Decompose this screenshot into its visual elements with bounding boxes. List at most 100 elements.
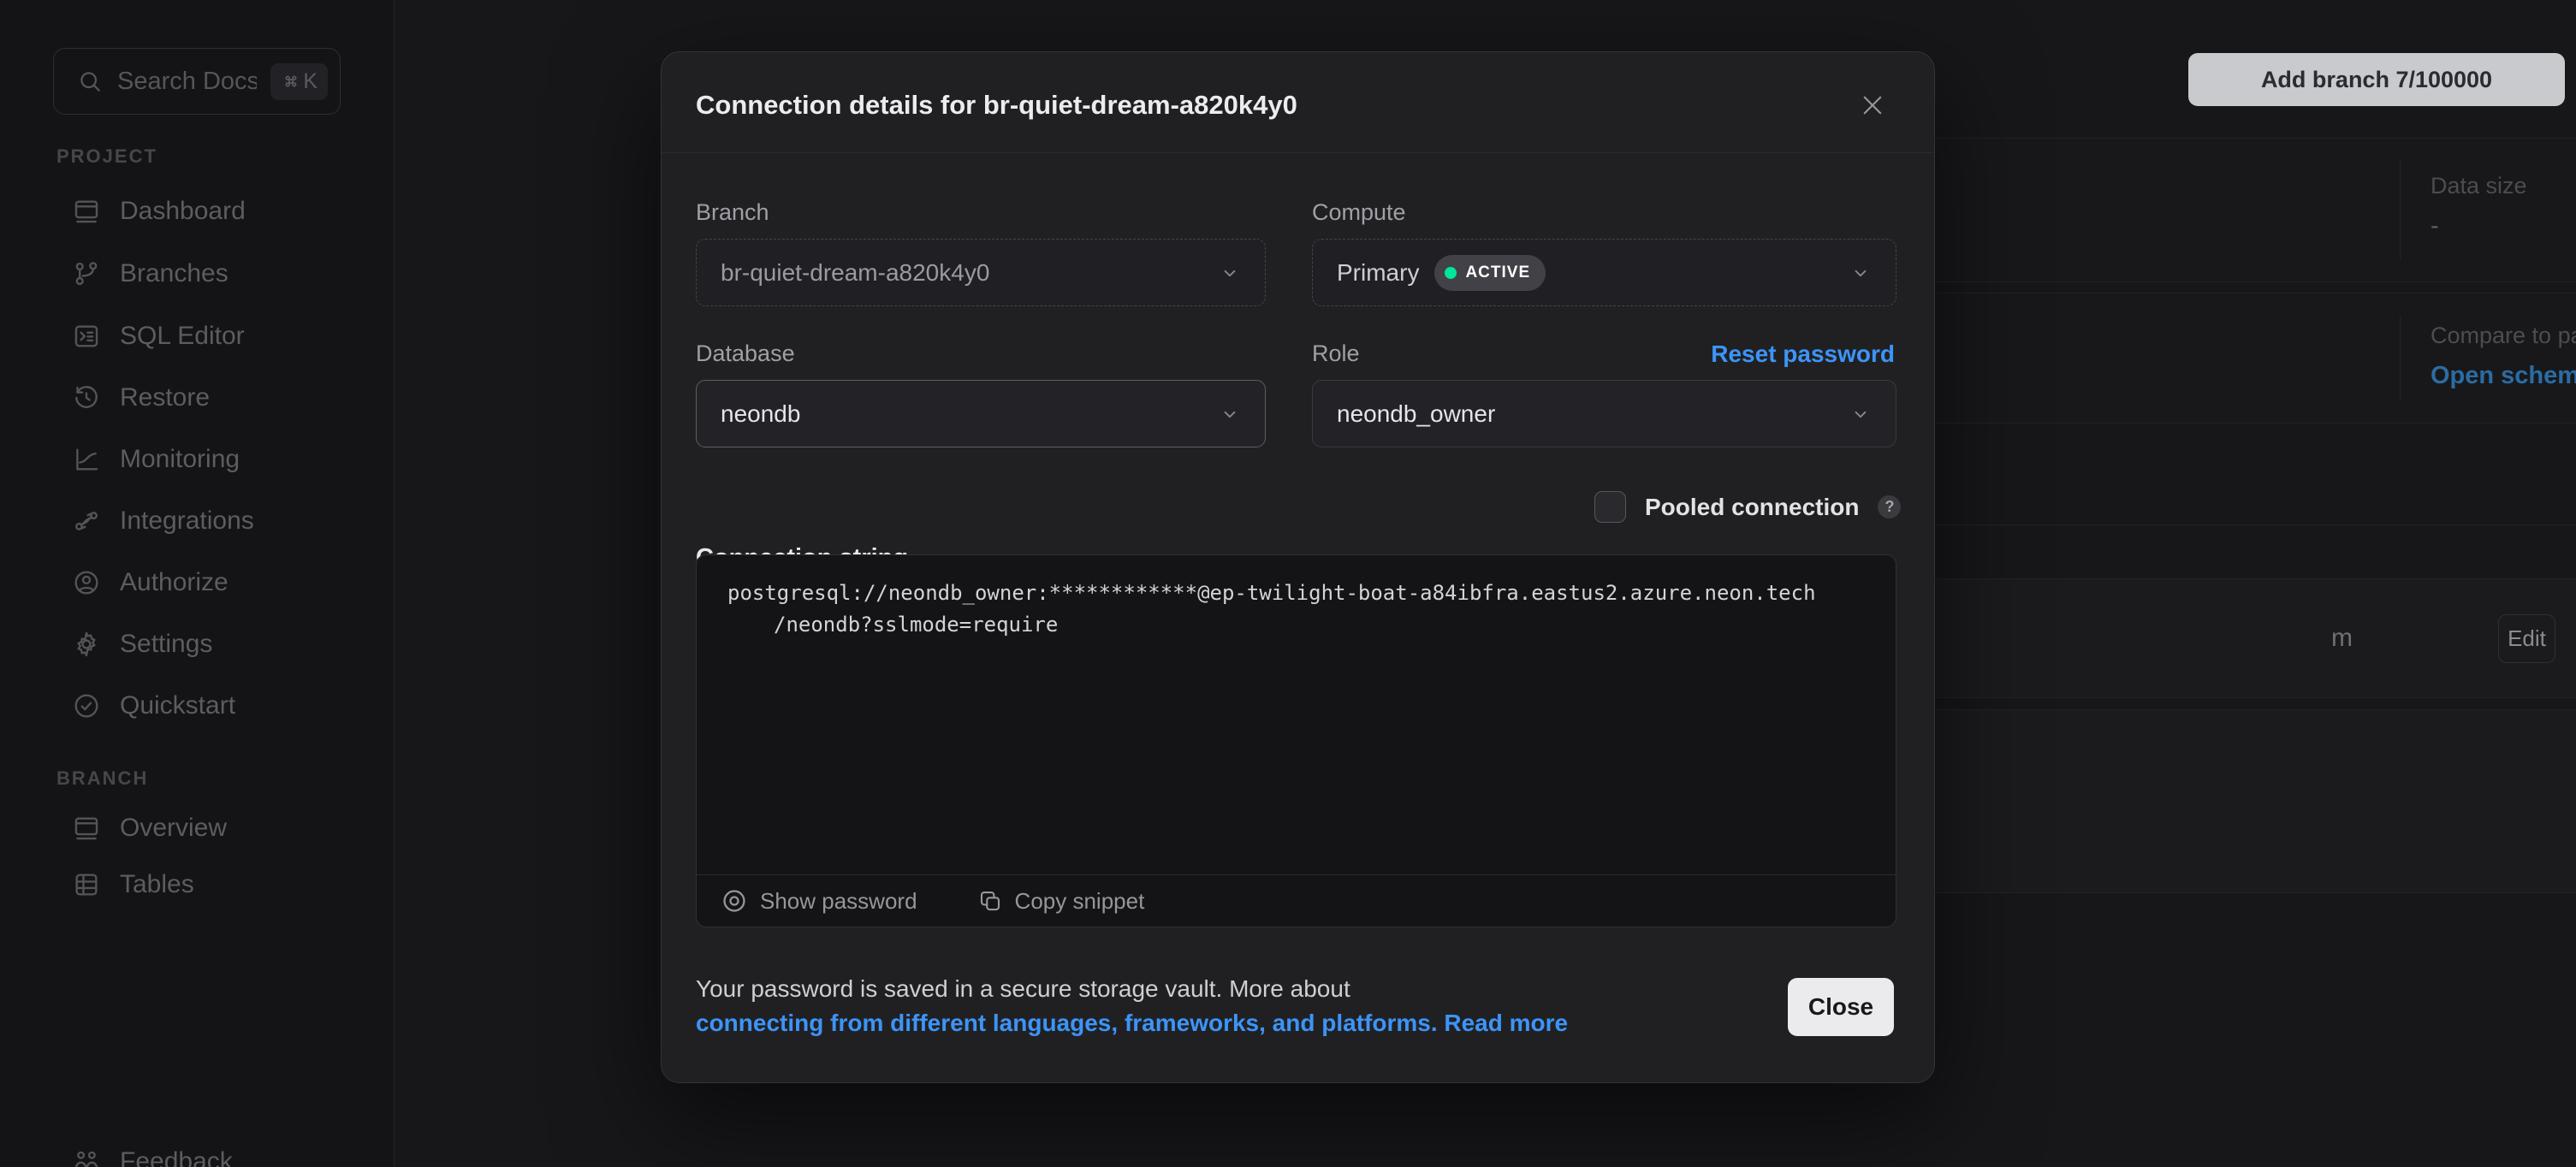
sidebar-item-label: Settings bbox=[120, 630, 212, 659]
sidebar-item-label: Integrations bbox=[120, 506, 254, 536]
search-icon bbox=[76, 68, 104, 95]
sidebar-item-label: Branches bbox=[120, 259, 229, 288]
sidebar-item-dashboard[interactable]: Dashboard bbox=[0, 181, 394, 242]
code-line-2: /neondb?sslmode=require bbox=[727, 609, 1816, 641]
neon-console: K PROJECT Dashboard Branches SQL Editor … bbox=[0, 0, 2576, 1167]
gear-icon bbox=[72, 630, 101, 659]
compare-card: Compare to parent Open schema diff bbox=[1890, 293, 2576, 424]
close-icon[interactable] bbox=[1858, 86, 1896, 124]
sidebar-item-feedback[interactable]: Feedback bbox=[0, 1131, 394, 1167]
password-note: Your password is saved in a secure stora… bbox=[696, 972, 1689, 1040]
open-schema-diff-link[interactable]: Open schema diff bbox=[2431, 362, 2576, 390]
show-password-button[interactable]: Show password bbox=[721, 887, 917, 915]
sidebar-item-settings[interactable]: Settings bbox=[0, 613, 394, 675]
sidebar-item-label: Overview bbox=[120, 814, 227, 843]
sidebar-section-project: PROJECT bbox=[56, 145, 157, 168]
data-size-label: Data size bbox=[2431, 173, 2527, 199]
command-icon bbox=[281, 71, 301, 92]
pooled-connection-group: Pooled connection ? bbox=[1594, 491, 1901, 523]
copy-snippet-label: Copy snippet bbox=[1015, 888, 1145, 915]
connection-details-modal: Connection details for br-quiet-dream-a8… bbox=[661, 51, 1935, 1083]
connection-string-box[interactable]: postgresql://neondb_owner:************@e… bbox=[696, 554, 1896, 927]
role-value: neondb_owner bbox=[1337, 400, 1495, 428]
pooled-connection-checkbox[interactable] bbox=[1594, 491, 1626, 523]
primary-meta-fragment: m bbox=[2331, 624, 2353, 653]
help-icon[interactable]: ? bbox=[1878, 495, 1901, 518]
branch-select[interactable]: br-quiet-dream-a820k4y0 bbox=[696, 239, 1266, 306]
pooled-connection-label: Pooled connection bbox=[1645, 494, 1859, 521]
role-select[interactable]: neondb_owner bbox=[1312, 380, 1896, 447]
modal-header-divider bbox=[662, 152, 1934, 153]
database-label: Database bbox=[696, 341, 795, 367]
integrations-icon bbox=[72, 506, 101, 536]
chevron-down-icon bbox=[1849, 262, 1872, 284]
code-toolbar: Show password Copy snippet bbox=[697, 874, 1896, 927]
chevron-down-icon bbox=[1849, 403, 1872, 425]
sidebar-item-label: Quickstart bbox=[120, 691, 235, 720]
reset-password-link[interactable]: Reset password bbox=[1711, 341, 1895, 368]
compute-select[interactable]: Primary ACTIVE bbox=[1312, 239, 1896, 306]
sidebar-item-authorize[interactable]: Authorize bbox=[0, 552, 394, 613]
code-line-1: postgresql://neondb_owner:************@e… bbox=[727, 581, 1816, 605]
connecting-docs-link[interactable]: connecting from different languages, fra… bbox=[696, 1010, 1438, 1036]
card-divider bbox=[2400, 316, 2401, 400]
chart-icon bbox=[72, 445, 101, 474]
data-size-value: - bbox=[2431, 212, 2439, 240]
show-password-label: Show password bbox=[760, 888, 917, 915]
sidebar: K PROJECT Dashboard Branches SQL Editor … bbox=[0, 0, 395, 1167]
terminal-icon bbox=[72, 322, 101, 351]
sidebar-item-label: SQL Editor bbox=[120, 322, 245, 351]
sidebar-item-label: Authorize bbox=[120, 568, 229, 597]
edit-button[interactable]: Edit bbox=[2498, 614, 2555, 663]
sidebar-item-label: Tables bbox=[120, 870, 194, 899]
table-icon bbox=[72, 870, 101, 899]
sidebar-item-integrations[interactable]: Integrations bbox=[0, 490, 394, 552]
active-dot bbox=[1445, 267, 1457, 279]
sidebar-item-quickstart[interactable]: Quickstart bbox=[0, 675, 394, 737]
sidebar-section-branch: BRANCH bbox=[56, 767, 148, 790]
sidebar-item-label: Monitoring bbox=[120, 445, 240, 474]
sidebar-item-overview[interactable]: Overview bbox=[0, 797, 394, 859]
search-input[interactable] bbox=[117, 68, 257, 96]
window-icon bbox=[72, 814, 101, 843]
sidebar-item-tables[interactable]: Tables bbox=[0, 854, 394, 915]
dashboard-icon bbox=[72, 197, 101, 226]
data-size-card: Data size - bbox=[1890, 138, 2576, 282]
git-branch-icon bbox=[72, 259, 101, 288]
database-select[interactable]: neondb bbox=[696, 380, 1266, 447]
sidebar-item-monitoring[interactable]: Monitoring bbox=[0, 429, 394, 490]
branch-value: br-quiet-dream-a820k4y0 bbox=[721, 259, 989, 287]
sidebar-item-label: Restore bbox=[120, 383, 210, 412]
chevron-down-icon bbox=[1219, 403, 1241, 425]
active-badge: ACTIVE bbox=[1434, 255, 1546, 291]
chevron-down-icon bbox=[1219, 262, 1241, 284]
close-button[interactable]: Close bbox=[1788, 978, 1894, 1036]
branch-label: Branch bbox=[696, 199, 769, 226]
sidebar-item-restore[interactable]: Restore bbox=[0, 367, 394, 429]
connection-string-code[interactable]: postgresql://neondb_owner:************@e… bbox=[727, 578, 1816, 641]
people-icon bbox=[72, 1147, 101, 1167]
compute-value: Primary bbox=[1337, 259, 1419, 287]
note-text: Your password is saved in a secure stora… bbox=[696, 975, 1350, 1002]
database-value: neondb bbox=[721, 400, 800, 428]
copy-icon bbox=[977, 888, 1003, 914]
user-circle-icon bbox=[72, 568, 101, 597]
sidebar-item-label: Feedback bbox=[120, 1147, 233, 1167]
copy-snippet-button[interactable]: Copy snippet bbox=[977, 888, 1145, 915]
modal-title: Connection details for br-quiet-dream-a8… bbox=[696, 90, 1297, 121]
sidebar-item-label: Dashboard bbox=[120, 197, 246, 226]
read-more-link[interactable]: Read more bbox=[1444, 1010, 1568, 1036]
compare-label: Compare to parent bbox=[2431, 323, 2576, 349]
check-circle-icon bbox=[72, 691, 101, 720]
sidebar-item-sql-editor[interactable]: SQL Editor bbox=[0, 305, 394, 367]
eye-icon bbox=[721, 887, 748, 915]
history-icon bbox=[72, 383, 101, 412]
role-label: Role bbox=[1312, 341, 1360, 367]
compute-label: Compute bbox=[1312, 199, 1406, 226]
sidebar-item-branches[interactable]: Branches bbox=[0, 243, 394, 305]
card-divider bbox=[2400, 161, 2401, 259]
search-docs-box[interactable]: K bbox=[53, 48, 341, 115]
add-branch-button[interactable]: Add branch 7/100000 bbox=[2188, 53, 2565, 106]
active-text: ACTIVE bbox=[1465, 264, 1530, 282]
search-shortcut-badge: K bbox=[270, 63, 328, 100]
